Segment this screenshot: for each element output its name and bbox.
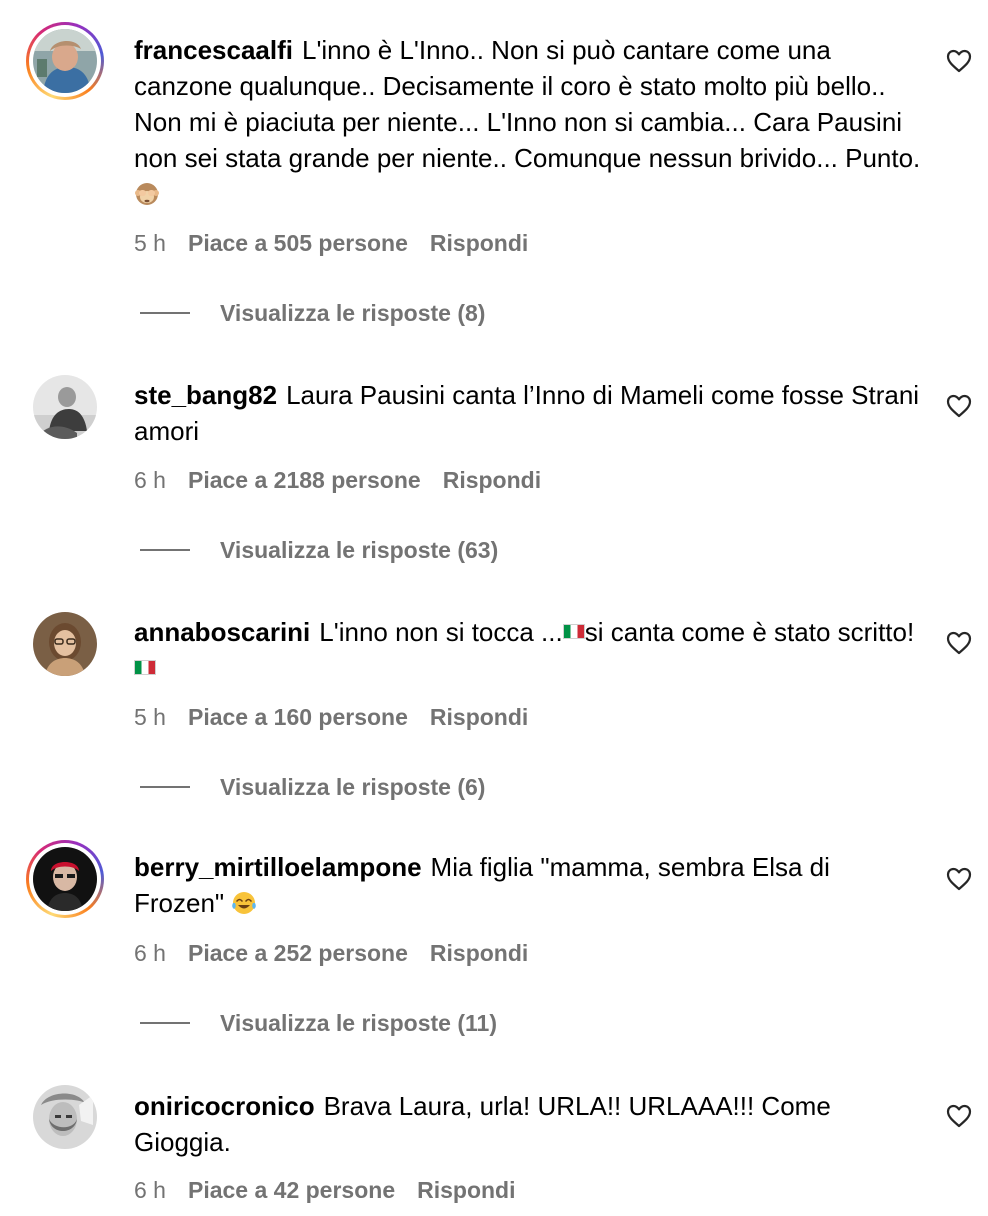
profile-photo [33, 847, 97, 911]
view-replies-button[interactable]: Visualizza le risposte (11) [140, 1009, 497, 1037]
avatar[interactable] [26, 840, 104, 918]
profile-photo [33, 375, 97, 439]
comment-username[interactable]: berry_mirtilloelampone [134, 852, 422, 882]
view-replies-button[interactable]: Visualizza le risposte (63) [140, 536, 498, 564]
heart-icon[interactable] [946, 394, 972, 418]
view-replies-label: Visualizza le risposte (63) [220, 537, 499, 563]
comment-meta: 6 h Piace a 42 persone Rispondi [134, 1176, 516, 1204]
comment-body-part1: L'inno non si tocca ... [319, 617, 563, 647]
comment-username[interactable]: oniricocronico [134, 1091, 315, 1121]
italy-flag-emoji [562, 624, 585, 639]
heart-icon[interactable] [946, 49, 972, 73]
comment-time: 6 h [134, 1177, 166, 1203]
see-no-evil-monkey-emoji [134, 181, 160, 207]
avatar[interactable] [26, 368, 104, 446]
profile-photo [33, 29, 97, 93]
comment-time: 5 h [134, 230, 166, 256]
view-replies-label: Visualizza le risposte (6) [220, 774, 486, 800]
heart-icon[interactable] [946, 631, 972, 655]
like-count[interactable]: Piace a 505 persone [188, 230, 408, 256]
profile-photo [33, 1085, 97, 1149]
comment-text: berry_mirtilloelampone Mia figlia "mamma,… [134, 849, 924, 921]
view-replies-button[interactable]: Visualizza le risposte (6) [140, 773, 485, 801]
replies-divider [140, 786, 190, 788]
reply-button[interactable]: Rispondi [417, 1177, 515, 1203]
avatar[interactable] [26, 22, 104, 100]
like-count[interactable]: Piace a 42 persone [188, 1177, 395, 1203]
replies-divider [140, 1022, 190, 1024]
view-replies-label: Visualizza le risposte (11) [220, 1010, 497, 1036]
comment-username[interactable]: annaboscarini [134, 617, 310, 647]
profile-photo [33, 612, 97, 676]
comment-body-part2: si canta come è stato scritto! [584, 617, 915, 647]
like-count[interactable]: Piace a 160 persone [188, 704, 408, 730]
comment-meta: 5 h Piace a 505 persone Rispondi [134, 229, 528, 257]
reply-button[interactable]: Rispondi [443, 467, 541, 493]
view-replies-label: Visualizza le risposte (8) [220, 300, 486, 326]
replies-divider [140, 312, 190, 314]
comment-text: francescaalfi L'inno è L'Inno.. Non si pu… [134, 32, 924, 212]
comment-meta: 5 h Piace a 160 persone Rispondi [134, 703, 528, 731]
reply-button[interactable]: Rispondi [430, 704, 528, 730]
comment-username[interactable]: francescaalfi [134, 35, 293, 65]
comments-list: francescaalfi L'inno è L'Inno.. Non si pu… [0, 0, 988, 1216]
comment-time: 6 h [134, 940, 166, 966]
view-replies-button[interactable]: Visualizza le risposte (8) [140, 299, 485, 327]
comment-meta: 6 h Piace a 252 persone Rispondi [134, 939, 528, 967]
comment-text: oniricocronico Brava Laura, urla! URLA!! … [134, 1088, 924, 1160]
avatar[interactable] [26, 1078, 104, 1156]
avatar[interactable] [26, 605, 104, 683]
like-count[interactable]: Piace a 252 persone [188, 940, 408, 966]
comment-username[interactable]: ste_bang82 [134, 380, 277, 410]
comment-time: 5 h [134, 704, 166, 730]
comment-text: ste_bang82 Laura Pausini canta l’Inno di … [134, 377, 924, 449]
italy-flag-emoji [134, 660, 156, 675]
like-count[interactable]: Piace a 2188 persone [188, 467, 421, 493]
heart-icon[interactable] [946, 1104, 972, 1128]
reply-button[interactable]: Rispondi [430, 940, 528, 966]
reply-button[interactable]: Rispondi [430, 230, 528, 256]
heart-icon[interactable] [946, 867, 972, 891]
comment-meta: 6 h Piace a 2188 persone Rispondi [134, 466, 541, 494]
tears-of-joy-emoji [231, 890, 257, 916]
comment-text: annaboscarini L'inno non si tocca ... si c… [134, 614, 924, 686]
comment-time: 6 h [134, 467, 166, 493]
replies-divider [140, 549, 190, 551]
